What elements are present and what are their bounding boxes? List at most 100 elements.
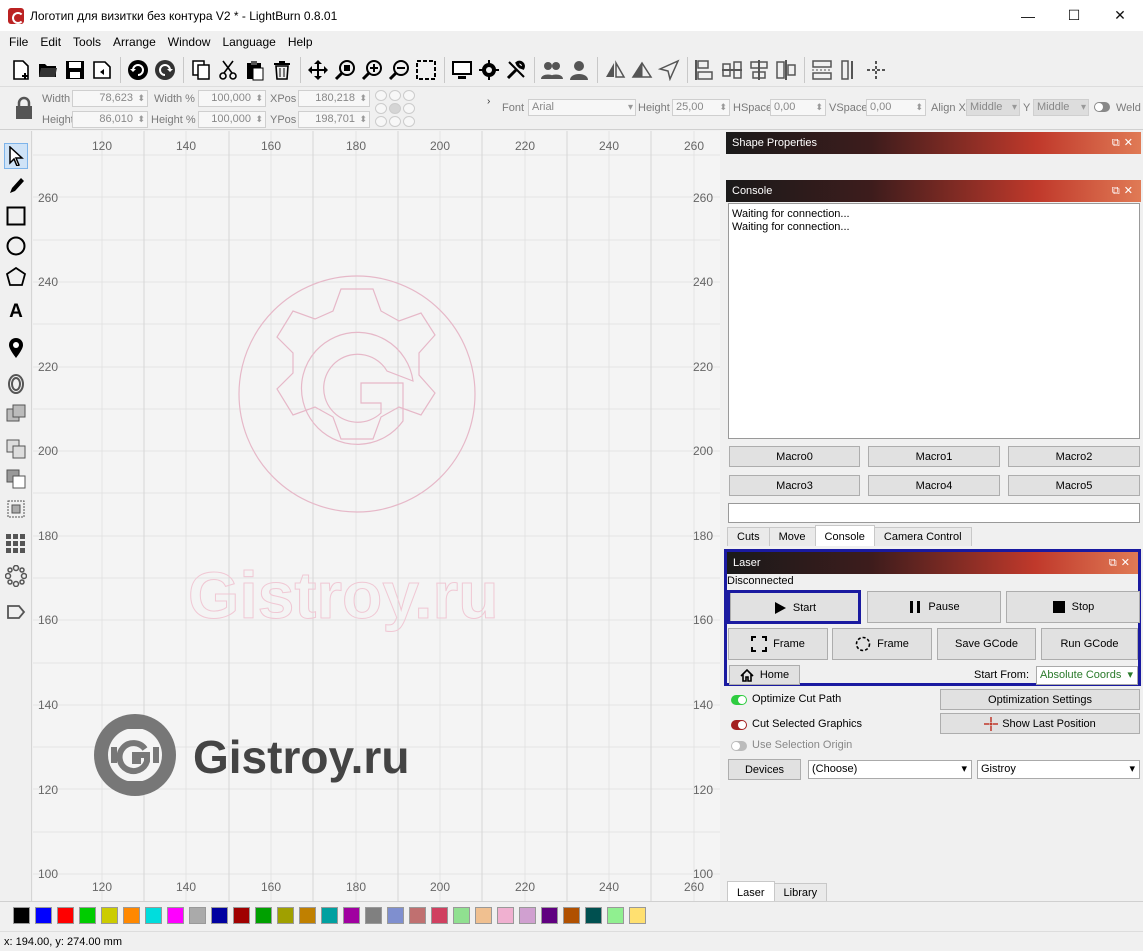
tab-cuts[interactable]: Cuts <box>727 527 770 546</box>
color-swatch[interactable] <box>167 907 184 924</box>
delete-icon[interactable] <box>269 57 295 83</box>
circular-array-icon[interactable] <box>4 563 28 589</box>
menu-edit[interactable]: Edit <box>34 35 67 49</box>
origin-dot[interactable] <box>403 103 415 114</box>
lock-icon[interactable] <box>14 96 34 120</box>
origin-dot[interactable] <box>389 116 401 127</box>
use-selection-origin-toggle[interactable] <box>731 741 747 751</box>
align-left-icon[interactable] <box>692 57 718 83</box>
zoom-selection-icon[interactable] <box>332 57 358 83</box>
color-swatch[interactable] <box>123 907 140 924</box>
color-swatch[interactable] <box>563 907 580 924</box>
save-icon[interactable] <box>62 57 88 83</box>
minimize-button[interactable]: — <box>1005 0 1051 31</box>
color-swatch[interactable] <box>409 907 426 924</box>
toolbar-expand-chevron[interactable]: › <box>487 96 490 107</box>
align-x-select[interactable]: Middle <box>966 99 1020 116</box>
color-swatch[interactable] <box>629 907 646 924</box>
menu-language[interactable]: Language <box>216 35 281 49</box>
macro3-button[interactable]: Macro3 <box>729 475 860 496</box>
new-file-icon[interactable] <box>8 57 34 83</box>
menu-help[interactable]: Help <box>282 35 319 49</box>
color-swatch[interactable] <box>35 907 52 924</box>
origin-dot[interactable] <box>403 90 415 101</box>
macro2-button[interactable]: Macro2 <box>1008 446 1140 467</box>
menu-file[interactable]: File <box>3 35 34 49</box>
menu-arrange[interactable]: Arrange <box>107 35 162 49</box>
flip-horizontal-icon[interactable] <box>602 57 628 83</box>
color-swatch[interactable] <box>79 907 96 924</box>
float-panel-icon[interactable]: ⧉ <box>1112 180 1124 202</box>
flip-vertical-icon[interactable] <box>629 57 655 83</box>
maximize-button[interactable]: ☐ <box>1051 0 1097 31</box>
height-field[interactable]: 86,010 <box>72 111 148 128</box>
tab-library[interactable]: Library <box>773 883 828 902</box>
ypos-field[interactable]: 198,701 <box>298 111 370 128</box>
hspace-field[interactable]: 0,00 <box>770 99 826 116</box>
color-swatch[interactable] <box>497 907 514 924</box>
xpos-field[interactable]: 180,218 <box>298 90 370 107</box>
color-swatch[interactable] <box>57 907 74 924</box>
menu-window[interactable]: Window <box>162 35 217 49</box>
zoom-frame-icon[interactable] <box>413 57 439 83</box>
mirror-icon[interactable] <box>656 57 682 83</box>
position-marker-icon[interactable] <box>4 335 28 361</box>
close-button[interactable]: ✕ <box>1097 0 1143 31</box>
color-swatch[interactable] <box>211 907 228 924</box>
zoom-in-icon[interactable] <box>359 57 385 83</box>
font-select[interactable]: Arial <box>528 99 636 116</box>
zoom-out-icon[interactable] <box>386 57 412 83</box>
width-percent-field[interactable]: 100,000 <box>198 90 266 107</box>
tab-move[interactable]: Move <box>768 527 816 546</box>
polygon-icon[interactable] <box>4 264 28 290</box>
color-swatch[interactable] <box>453 907 470 924</box>
boolean-subtract-icon[interactable] <box>4 466 28 492</box>
close-panel-icon[interactable]: ✕ <box>1124 132 1137 154</box>
color-swatch[interactable] <box>585 907 602 924</box>
redo-icon[interactable] <box>152 57 178 83</box>
color-swatch[interactable] <box>101 907 118 924</box>
boolean-union-icon[interactable] <box>4 436 28 462</box>
float-panel-icon[interactable]: ⧉ <box>1112 132 1124 154</box>
optimize-cut-path-toggle[interactable] <box>731 695 747 705</box>
console-output[interactable]: Waiting for connection... Waiting for co… <box>728 203 1140 439</box>
tools-wrench-icon[interactable] <box>503 57 529 83</box>
origin-dot[interactable] <box>389 90 401 101</box>
vspace-field[interactable]: 0,00 <box>866 99 926 116</box>
run-gcode-button[interactable]: Run GCode <box>1041 628 1138 660</box>
offset-icon[interactable] <box>4 371 28 397</box>
color-swatch[interactable] <box>431 907 448 924</box>
rectangle-icon[interactable] <box>4 203 28 229</box>
devices-button[interactable]: Devices <box>728 759 801 780</box>
align-y-select[interactable]: Middle <box>1033 99 1089 116</box>
color-swatch[interactable] <box>233 907 250 924</box>
macro4-button[interactable]: Macro4 <box>868 475 1000 496</box>
color-swatch[interactable] <box>607 907 624 924</box>
move-icon[interactable] <box>305 57 331 83</box>
color-swatch[interactable] <box>321 907 338 924</box>
boolean-intersect-icon[interactable] <box>4 496 28 522</box>
menu-tools[interactable]: Tools <box>67 35 107 49</box>
tab-console[interactable]: Console <box>814 525 875 546</box>
port-select[interactable]: (Choose) <box>808 760 972 779</box>
origin-dot[interactable] <box>375 116 387 127</box>
align-center-icon[interactable] <box>719 57 745 83</box>
color-swatch[interactable] <box>475 907 492 924</box>
frame-button[interactable]: Frame <box>728 628 828 660</box>
color-swatch[interactable] <box>365 907 382 924</box>
home-button[interactable]: Home <box>729 665 800 685</box>
color-swatch[interactable] <box>299 907 316 924</box>
origin-dot[interactable] <box>375 103 387 114</box>
color-swatch[interactable] <box>189 907 206 924</box>
cut-icon[interactable] <box>215 57 241 83</box>
tab-laser[interactable]: Laser <box>727 881 775 902</box>
width-field[interactable]: 78,623 <box>72 90 148 107</box>
select-arrow-icon[interactable] <box>4 143 28 169</box>
weld-toggle[interactable] <box>1094 102 1110 112</box>
text-icon[interactable]: A <box>4 299 28 325</box>
float-panel-icon[interactable]: ⧉ <box>1109 552 1121 574</box>
design-canvas[interactable]: 120 140 160 180 200 220 240 260 120 140 … <box>33 131 720 901</box>
cut-selected-graphics-toggle[interactable] <box>731 720 747 730</box>
ungroup-icon[interactable] <box>566 57 592 83</box>
open-folder-icon[interactable] <box>35 57 61 83</box>
